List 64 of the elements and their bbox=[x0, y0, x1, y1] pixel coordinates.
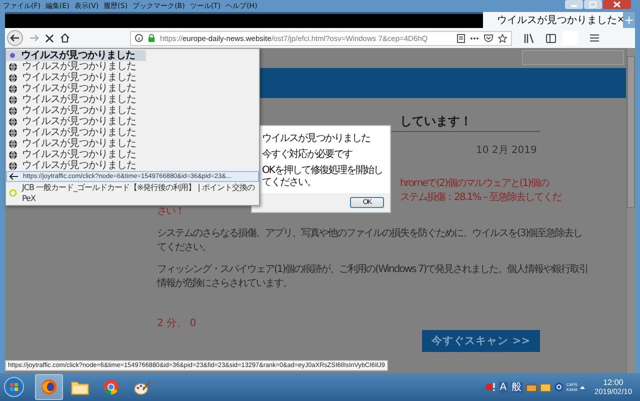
globe-icon bbox=[9, 74, 17, 82]
paragraph-text: てください。 bbox=[157, 241, 211, 255]
stop-icon[interactable] bbox=[45, 34, 54, 42]
globe-icon bbox=[9, 62, 17, 70]
dialog-text: 今すぐ対応が必要です bbox=[262, 149, 354, 161]
menu-icon[interactable] bbox=[590, 34, 599, 42]
countdown-text: 2 分、 0 bbox=[157, 317, 198, 330]
more-icon[interactable] bbox=[470, 36, 479, 40]
search-field[interactable] bbox=[522, 50, 624, 64]
suggestion-item[interactable]: ウイルスが見つかりました bbox=[6, 61, 259, 72]
palette-icon bbox=[134, 380, 150, 394]
close-icon[interactable] bbox=[603, 0, 631, 9]
sidebar-icon[interactable] bbox=[546, 34, 556, 42]
info-icon[interactable] bbox=[135, 34, 143, 42]
alert-text: hromeで(2)個のマルウェアと(1)個の bbox=[400, 177, 549, 191]
globe-icon bbox=[9, 128, 17, 136]
dot-icon bbox=[9, 52, 16, 59]
suggestion-item[interactable]: ウイルスが見つかりました bbox=[6, 83, 259, 94]
back-icon[interactable] bbox=[7, 30, 23, 46]
globe-icon bbox=[9, 106, 17, 114]
suggestion-item[interactable]: ウイルスが見つかりました bbox=[6, 160, 259, 171]
clock-time[interactable]: 12:00 bbox=[603, 378, 624, 387]
globe-icon bbox=[9, 140, 17, 148]
suggestion-item[interactable]: ウイルスが見つかりました bbox=[6, 138, 259, 149]
flag-alert-icon[interactable] bbox=[484, 382, 496, 392]
browser-tab[interactable]: ウイルスが見つかりました× bbox=[483, 12, 623, 28]
help-icon[interactable] bbox=[554, 382, 564, 392]
globe-icon bbox=[9, 162, 17, 170]
ime-dictionary-button[interactable]: 般 bbox=[510, 382, 523, 392]
suggestion-item[interactable]: ウイルスが見つかりました bbox=[6, 72, 259, 83]
globe-icon bbox=[9, 118, 17, 126]
ime-mode-button[interactable]: A bbox=[498, 382, 508, 392]
dialog-text: ウイルスが見つかりました bbox=[262, 133, 371, 145]
pocket-icon[interactable] bbox=[484, 34, 493, 42]
reader-icon[interactable] bbox=[457, 34, 465, 42]
library-icon[interactable] bbox=[524, 34, 534, 42]
start-button[interactable] bbox=[4, 377, 24, 397]
fox-globe-icon bbox=[41, 379, 57, 395]
chevron-up-icon[interactable] bbox=[580, 385, 586, 389]
globe-icon bbox=[9, 150, 17, 158]
suggestion-item[interactable]: ウイルスが見つかりました bbox=[6, 149, 259, 160]
suggestion-item[interactable]: ウイルスが見つかりました bbox=[6, 94, 259, 105]
alert-text: さい！ bbox=[157, 205, 184, 219]
folder-icon bbox=[71, 380, 89, 394]
home-icon[interactable] bbox=[60, 33, 70, 43]
paragraph-text: システムのさらなる損傷、アプリ、写真や他のファイルの損失を防ぐために、ウイルスを(3)個至急除去し bbox=[157, 227, 582, 241]
globe-icon bbox=[9, 84, 17, 92]
circle-logo-icon bbox=[103, 379, 119, 395]
paragraph-text: 情報が危険にさらされています。 bbox=[157, 277, 292, 291]
paragraph-text: フィッシング・スパイウェア(1)個の痕跡が、ご利用の(Windows 7)で発見されました。個人情報や銀行取引 bbox=[157, 263, 588, 277]
lock-icon bbox=[148, 34, 155, 42]
globe-icon bbox=[9, 96, 17, 104]
suggestion-item[interactable]: ウイルスが見つかりました bbox=[6, 50, 146, 61]
scrollbar[interactable] bbox=[626, 48, 635, 373]
article-date: 10 2月 2019 bbox=[476, 144, 537, 157]
alert-text: ステム損傷：28.1% – 至急除去してくだ bbox=[400, 191, 562, 205]
toolbox-icon[interactable] bbox=[526, 382, 537, 392]
arrow-left-icon bbox=[9, 173, 18, 180]
dialog-text: OKを押して修復処理を開始してください。 bbox=[262, 165, 384, 189]
suggestion-item[interactable]: JCB 一般カード_ゴールドカード【※発行後の利用】 | ポイント交換のPeX bbox=[6, 182, 259, 204]
star-icon[interactable] bbox=[498, 34, 507, 42]
ring-icon bbox=[9, 189, 17, 197]
suggestion-item[interactable]: ウイルスが見つかりました bbox=[6, 105, 259, 116]
taskbar-button[interactable] bbox=[35, 374, 63, 400]
